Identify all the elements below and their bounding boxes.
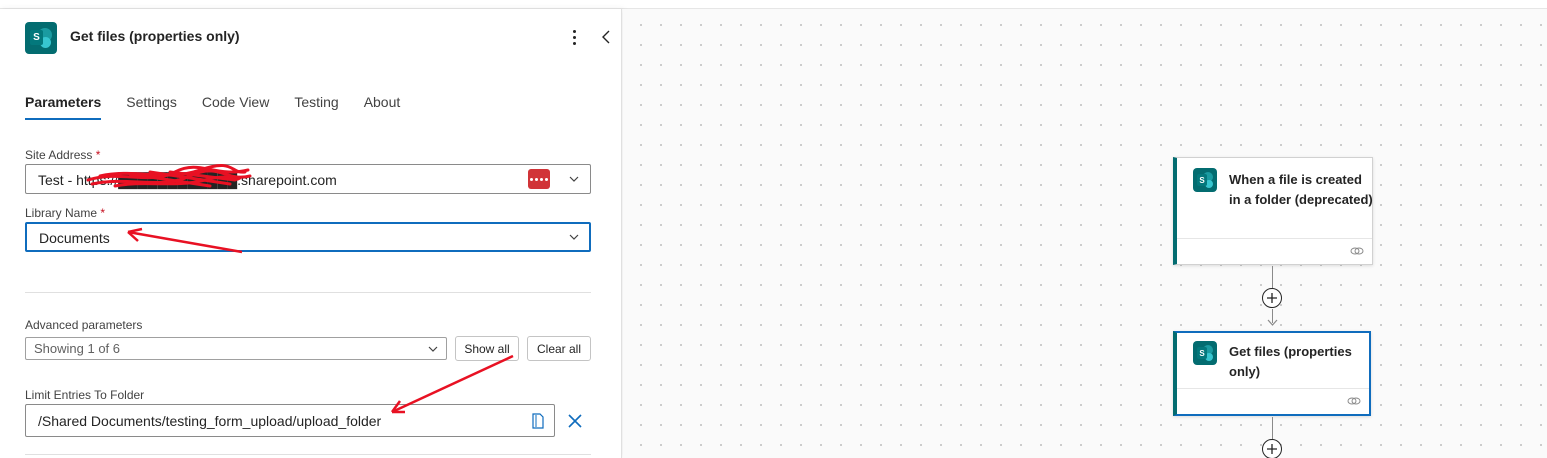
sharepoint-icon: S xyxy=(1193,341,1217,365)
library-name-label-text: Library Name xyxy=(25,206,98,220)
tab-settings[interactable]: Settings xyxy=(126,94,177,120)
arrow-down-icon xyxy=(1267,319,1278,326)
trigger-card-title: When a file is created in a folder (depr… xyxy=(1229,172,1373,207)
card-footer xyxy=(1177,388,1369,414)
card-footer xyxy=(1177,238,1372,264)
panel-tabs: Parameters Settings Code View Testing Ab… xyxy=(25,94,425,120)
show-all-button[interactable]: Show all xyxy=(455,336,519,361)
site-address-label-text: Site Address xyxy=(25,148,93,162)
chevron-down-icon xyxy=(569,176,579,182)
get-files-card[interactable]: S Get files (properties only) xyxy=(1173,331,1371,416)
required-mark: * xyxy=(100,206,106,220)
folder-picker-icon[interactable] xyxy=(531,413,545,429)
link-icon xyxy=(1347,397,1361,405)
limit-entries-label: Limit Entries To Folder xyxy=(25,388,145,402)
chevron-down-icon xyxy=(569,234,579,240)
connection-icon[interactable] xyxy=(528,169,550,189)
insert-step-button[interactable] xyxy=(1262,288,1282,308)
section-divider xyxy=(25,454,591,455)
tab-about[interactable]: About xyxy=(364,94,401,120)
limit-entries-input[interactable]: /Shared Documents/testing_form_upload/up… xyxy=(25,404,555,437)
chevron-down-icon xyxy=(428,346,438,352)
flow-connector xyxy=(1272,266,1273,288)
sharepoint-icon: S xyxy=(1193,168,1217,192)
clear-all-button[interactable]: Clear all xyxy=(527,336,591,361)
advanced-parameters-label: Advanced parameters xyxy=(25,318,143,332)
insert-step-button[interactable] xyxy=(1262,439,1282,458)
sharepoint-icon: S xyxy=(25,22,57,54)
site-address-label: Site Address * xyxy=(25,148,100,162)
tab-parameters[interactable]: Parameters xyxy=(25,94,102,120)
plus-icon xyxy=(1267,293,1277,303)
action-details-panel: S Get files (properties only) Parameters… xyxy=(0,9,622,458)
library-name-value: Documents xyxy=(39,230,110,246)
section-divider xyxy=(25,292,591,293)
flow-connector xyxy=(1272,417,1273,439)
trigger-card[interactable]: S When a file is created in a folder (de… xyxy=(1173,157,1373,265)
advanced-parameters-value: Showing 1 of 6 xyxy=(34,341,121,356)
site-address-dropdown[interactable]: Test - https://████████████.sharepoint.c… xyxy=(25,164,591,194)
limit-entries-value: /Shared Documents/testing_form_upload/up… xyxy=(38,413,382,429)
required-mark: * xyxy=(95,148,101,162)
top-bar xyxy=(0,0,1547,9)
more-options-icon[interactable] xyxy=(566,27,582,47)
tab-testing[interactable]: Testing xyxy=(294,94,338,120)
remove-parameter-icon[interactable] xyxy=(568,414,582,428)
plus-icon xyxy=(1267,444,1277,454)
panel-title: Get files (properties only) xyxy=(70,28,240,44)
collapse-panel-icon[interactable] xyxy=(598,27,614,47)
link-icon xyxy=(1350,247,1364,255)
designer-canvas[interactable]: S When a file is created in a folder (de… xyxy=(623,9,1547,458)
advanced-parameters-select[interactable]: Showing 1 of 6 xyxy=(25,337,447,360)
library-name-label: Library Name * xyxy=(25,206,105,220)
site-address-value: Test - https://████████████.sharepoint.c… xyxy=(38,172,337,188)
get-files-card-title: Get files (properties only) xyxy=(1229,344,1352,379)
tab-code-view[interactable]: Code View xyxy=(202,94,269,120)
library-name-dropdown[interactable]: Documents xyxy=(25,222,591,252)
